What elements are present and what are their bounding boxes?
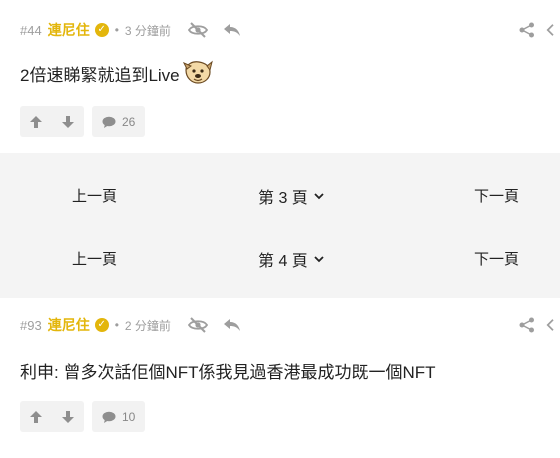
vote-group	[20, 401, 84, 432]
post-93: #93 連尼住 ✓ • 2 分鐘前 利申: 曾多次話佢個NFT係我見過香港最成功…	[0, 298, 560, 458]
next-page-link[interactable]: 下一頁	[474, 248, 519, 269]
page-selector[interactable]: 第 3 頁	[258, 184, 324, 208]
more-options-icon[interactable]	[546, 20, 560, 40]
dog-emoji-icon	[182, 60, 213, 86]
post-text: 利申: 曾多次話佢個NFT係我見過香港最成功既一個NFT	[20, 362, 436, 382]
floor-number: #44	[20, 22, 42, 38]
post-meta: #93 連尼住 ✓ • 2 分鐘前	[20, 315, 255, 335]
page-label: 第 4 頁	[258, 253, 308, 270]
eye-slash-icon[interactable]	[187, 315, 209, 335]
vote-group	[20, 106, 84, 137]
verified-badge-icon: ✓	[94, 318, 109, 332]
reply-arrow-icon[interactable]	[221, 315, 243, 335]
author-name[interactable]: 連尼住	[48, 315, 90, 335]
post-44: #44 連尼住 ✓ • 3 分鐘前 2倍速睇緊就追到Live 26	[0, 0, 560, 153]
reply-arrow-icon[interactable]	[221, 20, 243, 40]
pagination-block: 上一頁 第 3 頁 下一頁 上一頁 第 4 頁 下一頁	[0, 153, 560, 298]
comments-button[interactable]: 26	[92, 106, 146, 137]
comments-button[interactable]: 10	[92, 401, 146, 432]
thumb-up-arrow-icon	[30, 410, 42, 423]
pagination-row: 上一頁 第 3 頁 下一頁	[0, 175, 560, 215]
post-time: 3 分鐘前	[124, 23, 171, 38]
post-right-actions	[508, 315, 560, 335]
floor-number: #93	[20, 317, 42, 333]
downvote-button[interactable]	[52, 401, 84, 432]
author-name[interactable]: 連尼住	[48, 20, 90, 40]
comment-bubble-icon	[102, 411, 116, 423]
post-actions: 26	[20, 106, 146, 137]
separator-dot: •	[114, 23, 119, 37]
page-label: 第 3 頁	[258, 190, 308, 207]
thumb-down-arrow-icon	[62, 410, 74, 423]
upvote-button[interactable]	[20, 106, 52, 137]
share-icon[interactable]	[516, 20, 538, 40]
post-text: 2倍速睇緊就追到Live	[20, 65, 180, 85]
page-selector[interactable]: 第 4 頁	[258, 247, 324, 271]
post-actions: 10	[20, 401, 146, 432]
more-options-icon[interactable]	[546, 315, 560, 335]
verified-badge-icon: ✓	[94, 23, 109, 37]
post-content: 2倍速睇緊就追到Live	[20, 60, 213, 86]
comment-count: 26	[122, 114, 136, 129]
comment-count: 10	[122, 409, 136, 424]
chevron-down-icon	[314, 255, 324, 263]
thumb-down-arrow-icon	[62, 115, 74, 128]
prev-page-link[interactable]: 上一頁	[72, 248, 117, 269]
prev-page-link[interactable]: 上一頁	[72, 185, 117, 206]
thumb-up-arrow-icon	[30, 115, 42, 128]
post-content: 利申: 曾多次話佢個NFT係我見過香港最成功既一個NFT	[20, 358, 436, 382]
downvote-button[interactable]	[52, 106, 84, 137]
upvote-button[interactable]	[20, 401, 52, 432]
share-icon[interactable]	[516, 315, 538, 335]
comment-bubble-icon	[102, 116, 116, 128]
eye-slash-icon[interactable]	[187, 20, 209, 40]
pagination-row: 上一頁 第 4 頁 下一頁	[0, 238, 560, 278]
post-right-actions	[508, 20, 560, 40]
post-time: 2 分鐘前	[124, 318, 171, 333]
next-page-link[interactable]: 下一頁	[474, 185, 519, 206]
chevron-down-icon	[314, 192, 324, 200]
post-meta: #44 連尼住 ✓ • 3 分鐘前	[20, 20, 255, 40]
separator-dot: •	[114, 318, 119, 332]
